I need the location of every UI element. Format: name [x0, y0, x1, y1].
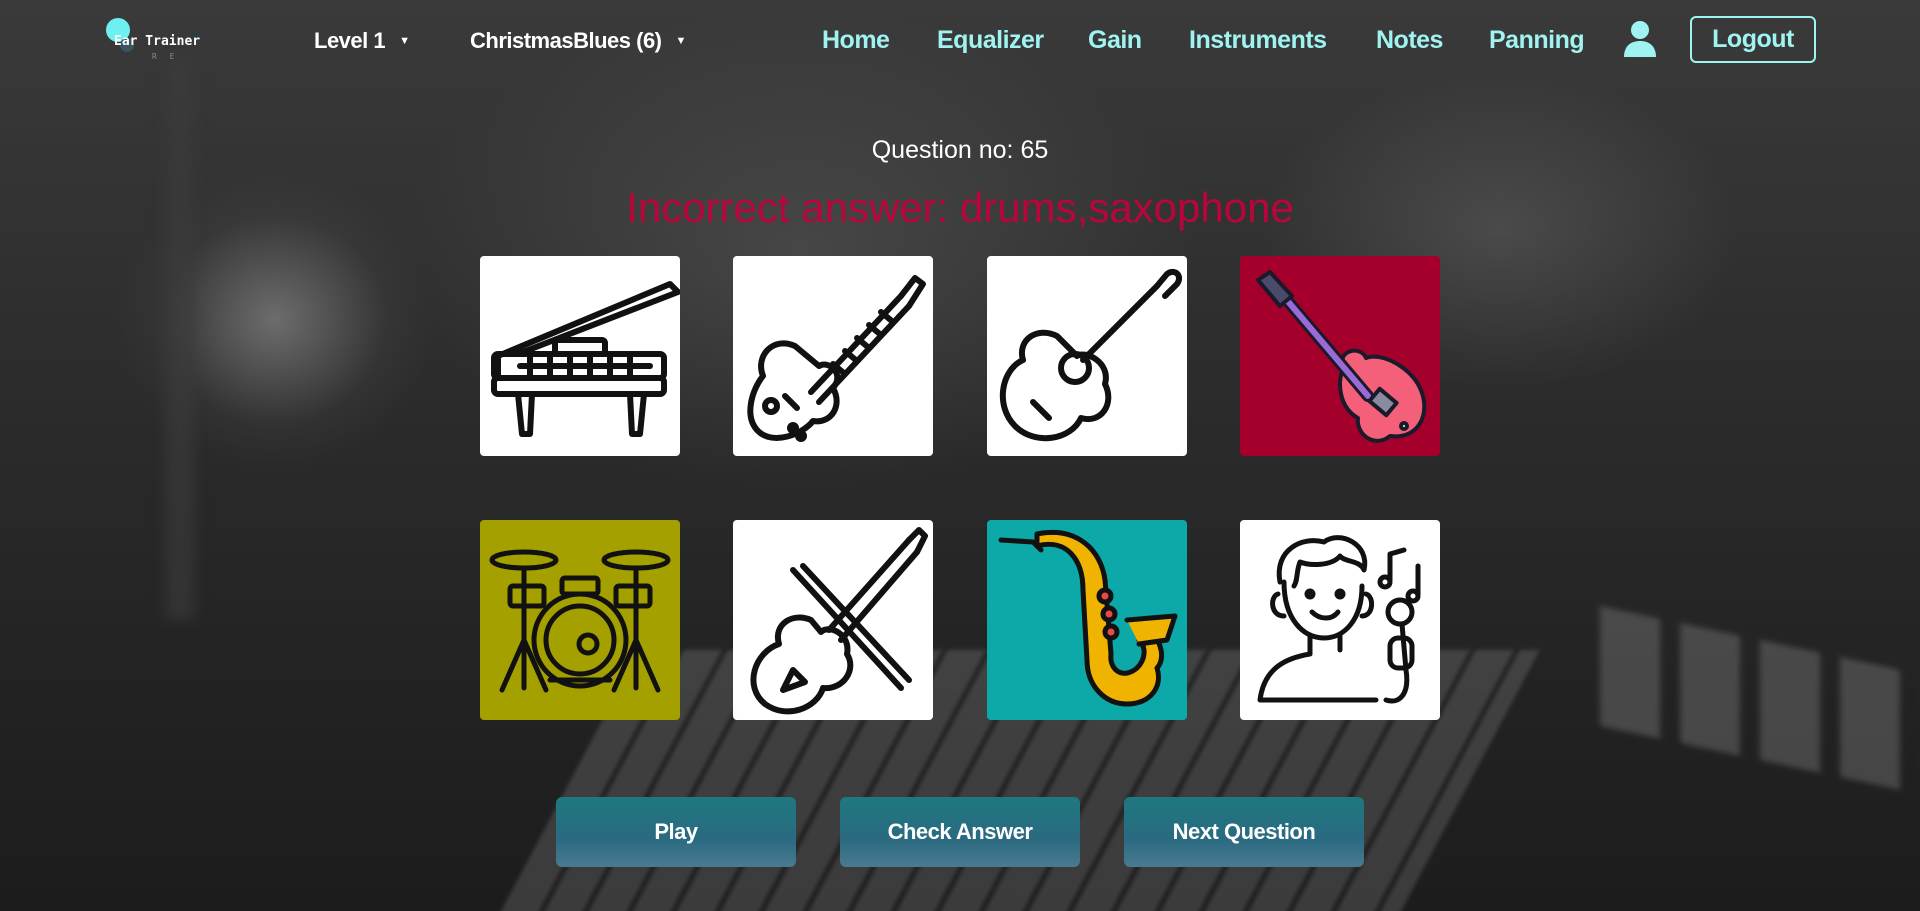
result-message: Incorrect answer: drums,saxophone: [626, 184, 1294, 231]
singer-icon: [1257, 535, 1421, 704]
drums-icon: [489, 549, 671, 693]
piano-icon: [491, 281, 680, 437]
level-dropdown-label: Level 1: [314, 28, 386, 53]
nav-panning[interactable]: Panning: [1489, 26, 1585, 55]
tile-violin[interactable]: [733, 520, 933, 720]
level-dropdown[interactable]: Level 1 ▼: [314, 28, 410, 54]
song-dropdown-label: ChristmasBlues (6): [470, 28, 662, 53]
tile-bass-guitar[interactable]: [1240, 256, 1440, 456]
chevron-down-icon: ▼: [675, 35, 687, 47]
chevron-down-icon: ▼: [399, 35, 410, 47]
nav-gain[interactable]: Gain: [1088, 26, 1142, 55]
logo-subtext: R E: [152, 52, 179, 61]
question-number: Question no: 65: [871, 136, 1049, 164]
logout-button[interactable]: Logout: [1690, 16, 1816, 63]
next-question-button[interactable]: Next Question: [1124, 797, 1364, 867]
song-dropdown[interactable]: ChristmasBlues (6) ▼: [470, 28, 686, 54]
tile-piano[interactable]: [480, 256, 680, 456]
saxophone-icon: [998, 530, 1178, 707]
nav-home[interactable]: Home: [822, 26, 890, 55]
tile-drums[interactable]: [480, 520, 680, 720]
tile-acoustic-guitar[interactable]: [987, 256, 1187, 456]
acoustic-guitar-icon: [999, 268, 1183, 442]
tile-electric-guitar[interactable]: [733, 256, 933, 456]
user-profile-icon[interactable]: [1622, 20, 1658, 58]
violin-icon: [750, 527, 928, 715]
bass-guitar-icon: [1256, 270, 1427, 443]
nav-instruments[interactable]: Instruments: [1189, 26, 1327, 55]
nav-notes[interactable]: Notes: [1376, 26, 1443, 55]
tile-saxophone[interactable]: [987, 520, 1187, 720]
check-answer-button[interactable]: Check Answer: [840, 797, 1080, 867]
nav-equalizer[interactable]: Equalizer: [937, 26, 1044, 55]
electric-guitar-icon: [747, 275, 926, 442]
app-logo[interactable]: Ear Trainer R E: [106, 18, 216, 66]
logo-text: Ear Trainer: [114, 34, 201, 49]
tile-singer[interactable]: [1240, 520, 1440, 720]
play-button[interactable]: Play: [556, 797, 796, 867]
